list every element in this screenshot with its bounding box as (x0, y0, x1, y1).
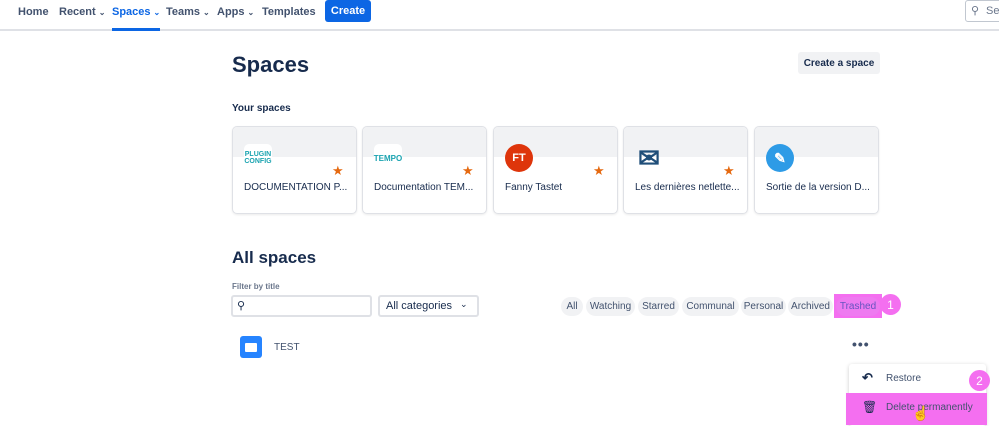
nav-templates[interactable]: Templates (262, 6, 316, 18)
top-nav: Home Recent ⌄ Spaces ⌄ Teams ⌄ Apps ⌄ Templa… (0, 0, 999, 31)
tab-archived[interactable]: Archived (788, 297, 833, 316)
menu-label: Restore (886, 373, 922, 384)
create-button[interactable]: Create (325, 0, 371, 22)
nav-label: Recent (59, 6, 96, 18)
your-spaces-heading: Your spaces (232, 103, 291, 114)
space-card[interactable]: FT ★ Fanny Tastet (493, 126, 618, 214)
nav-home[interactable]: Home (18, 6, 49, 18)
star-icon[interactable]: ★ (723, 163, 735, 179)
space-row-name[interactable]: TEST (274, 342, 300, 353)
nav-recent[interactable]: Recent ⌄ (59, 6, 105, 18)
undo-icon: ↶ (862, 370, 873, 385)
trash-icon: 🗑 (862, 400, 878, 414)
nav-label: Spaces (112, 6, 151, 18)
tempo-logo: TEMPO (374, 144, 402, 172)
page-title: Spaces (232, 52, 310, 77)
category-select[interactable]: All categories ⌄ (378, 295, 479, 317)
filter-label: Filter by title (232, 282, 280, 291)
menu-item-restore[interactable]: ↶ Restore (849, 366, 986, 392)
space-card[interactable]: ✎ Sortie de la version D... (754, 126, 879, 214)
chevron-down-icon: ⌄ (203, 7, 210, 17)
category-value: All categories (386, 300, 453, 312)
nav-label: Teams (166, 6, 201, 18)
chevron-down-icon: ⌄ (153, 7, 161, 17)
nav-teams[interactable]: Teams ⌄ (166, 6, 210, 18)
chevron-down-icon: ⌄ (98, 7, 106, 17)
avatar: FT (505, 144, 533, 172)
chevron-down-icon: ⌄ (460, 299, 468, 309)
nav-label: Home (18, 6, 49, 18)
search-icon: ⚲ (237, 300, 246, 312)
plugin-config-logo: PLUGIN CONFIG (244, 144, 272, 172)
tab-starred[interactable]: Starred (638, 297, 679, 316)
nav-apps[interactable]: Apps ⌄ (217, 6, 254, 18)
tab-all[interactable]: All (561, 297, 583, 316)
annotation-badge: 2 (969, 370, 990, 391)
search-placeholder: Se (986, 5, 999, 17)
space-name: Les dernières netlette... (635, 182, 740, 193)
search-icon: ⚲ (971, 5, 980, 17)
space-name: Documentation TEM... (374, 182, 474, 193)
folder-icon (240, 336, 262, 358)
star-icon[interactable]: ★ (593, 163, 605, 179)
nav-label: Templates (262, 6, 316, 18)
tab-communal[interactable]: Communal (682, 297, 739, 316)
space-name: Fanny Tastet (505, 182, 563, 193)
space-name: Sortie de la version D... (766, 182, 870, 193)
nav-spaces[interactable]: Spaces ⌄ (112, 6, 161, 31)
filter-input[interactable]: ⚲ (231, 295, 372, 317)
menu-item-delete-permanently[interactable]: 🗑 Delete permanently ☝ (846, 393, 987, 425)
star-icon[interactable]: ★ (462, 163, 474, 179)
chevron-down-icon: ⌄ (247, 7, 255, 17)
calendar-pen-icon: ✎ (766, 144, 794, 172)
search-input[interactable]: ⚲ Se (965, 0, 999, 22)
tab-trashed[interactable]: Trashed (836, 297, 880, 316)
tab-personal[interactable]: Personal (741, 297, 786, 316)
envelope-icon: ✉ (638, 142, 660, 173)
space-card[interactable]: TEMPO ★ Documentation TEM... (362, 126, 487, 214)
hand-cursor-icon: ☝ (912, 405, 930, 421)
space-card[interactable]: ✉ ★ Les dernières netlette... (623, 126, 748, 214)
create-space-button[interactable]: Create a space (798, 52, 880, 74)
nav-label: Apps (217, 6, 245, 18)
space-card[interactable]: PLUGIN CONFIG ★ DOCUMENTATION P... (232, 126, 357, 214)
all-spaces-heading: All spaces (232, 248, 317, 267)
more-actions-icon[interactable]: ••• (852, 336, 870, 352)
tab-watching[interactable]: Watching (586, 297, 635, 316)
annotation-badge: 1 (880, 294, 901, 315)
star-icon[interactable]: ★ (332, 163, 344, 179)
space-name: DOCUMENTATION P... (244, 182, 348, 193)
